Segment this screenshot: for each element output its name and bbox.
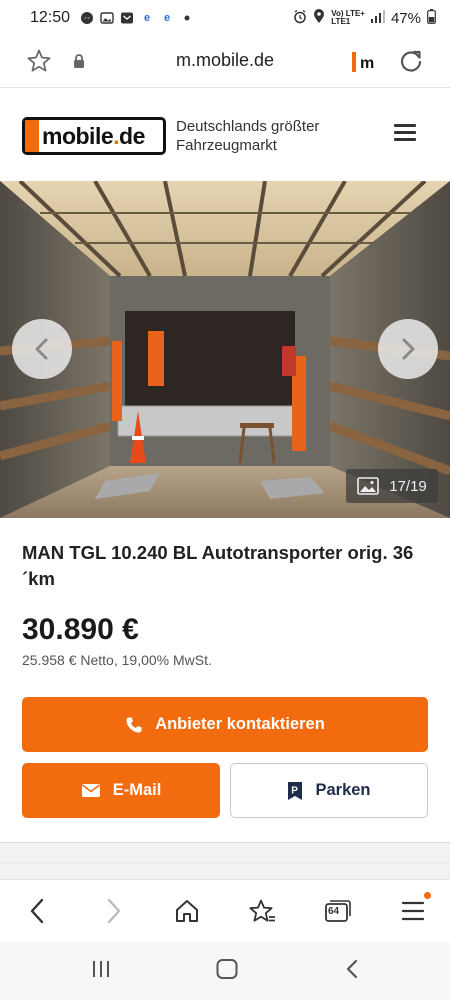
menu-icon[interactable] bbox=[394, 124, 416, 142]
parking-icon: P bbox=[288, 781, 303, 800]
notification-dot bbox=[424, 892, 431, 899]
address-bar-url[interactable]: m.mobile.de bbox=[0, 50, 450, 71]
status-bar: 12:50 e e Vo) LTE+ LTE1 47% bbox=[0, 0, 450, 36]
gallery-counter: 17/19 bbox=[346, 469, 438, 503]
site-badge-icon[interactable]: m bbox=[350, 48, 378, 81]
more-dot-icon bbox=[180, 11, 194, 25]
listing-title: MAN TGL 10.240 BL Autotransporter orig. … bbox=[22, 542, 414, 589]
location-icon bbox=[313, 8, 325, 28]
alarm-icon bbox=[293, 9, 307, 28]
logo-word: mobile bbox=[42, 122, 114, 149]
status-time: 12:50 bbox=[30, 9, 71, 26]
mobile-de-logo[interactable]: mobile.de bbox=[22, 117, 166, 155]
gallery-counter-text: 17/19 bbox=[389, 477, 427, 495]
chevron-left-icon bbox=[35, 338, 48, 360]
browser-bottom-bar: 64 bbox=[0, 879, 450, 941]
site-header: mobile.de Deutschlands größter Fahrzeugm… bbox=[0, 89, 450, 181]
browser-toolbar: m.mobile.de m bbox=[0, 36, 450, 88]
email-label: E-Mail bbox=[112, 781, 162, 799]
bookmarks-star-icon[interactable] bbox=[247, 896, 277, 926]
site-badge-text: m bbox=[360, 55, 374, 72]
envelope-icon bbox=[81, 784, 100, 797]
bookmark-star-icon[interactable] bbox=[26, 48, 52, 79]
messenger-icon bbox=[80, 11, 94, 25]
listing-net-price: 25.958 € Netto, 19,00% MwSt. bbox=[22, 652, 212, 668]
lock-icon[interactable] bbox=[72, 53, 86, 74]
contact-seller-button[interactable]: Anbieter kontaktieren bbox=[22, 697, 428, 752]
photo-icon bbox=[100, 11, 114, 25]
browser-e-icon-2: e bbox=[163, 12, 171, 24]
home-icon[interactable] bbox=[172, 896, 202, 926]
reload-icon[interactable] bbox=[398, 49, 424, 80]
image-icon bbox=[357, 477, 380, 495]
gallery-prev-button[interactable] bbox=[12, 319, 72, 379]
park-button[interactable]: P Parken bbox=[230, 763, 428, 818]
home-button-icon[interactable] bbox=[215, 958, 239, 985]
section-divider-2 bbox=[0, 862, 450, 863]
battery-icon bbox=[427, 8, 436, 28]
battery-percent: 47% bbox=[390, 9, 421, 27]
system-back-icon[interactable] bbox=[344, 958, 360, 985]
email-button[interactable]: E-Mail bbox=[22, 763, 220, 818]
listing-price: 30.890 € bbox=[22, 613, 139, 646]
section-gap bbox=[0, 843, 450, 879]
chevron-right-icon bbox=[402, 338, 415, 360]
recent-apps-icon[interactable] bbox=[90, 958, 112, 985]
tabs-icon[interactable]: 64 bbox=[322, 896, 352, 926]
mailbox-icon bbox=[120, 11, 134, 25]
image-gallery[interactable]: 17/19 bbox=[0, 181, 450, 518]
svg-text:P: P bbox=[292, 785, 299, 796]
browser-e-icon: e bbox=[143, 12, 151, 24]
network-type-bottom: LTE1 bbox=[331, 17, 351, 26]
logo-orange-bar bbox=[25, 120, 39, 152]
gallery-next-button[interactable] bbox=[378, 319, 438, 379]
park-label: Parken bbox=[315, 781, 371, 799]
site-tagline: Deutschlands größter Fahrzeugmarkt bbox=[176, 118, 320, 154]
phone-icon bbox=[126, 717, 142, 732]
tab-count: 64 bbox=[328, 906, 340, 917]
contact-seller-label: Anbieter kontaktieren bbox=[155, 715, 325, 733]
logo-text: mobile.de bbox=[42, 123, 145, 150]
network-type: Vo) LTE+ LTE1 bbox=[331, 10, 365, 26]
forward-icon[interactable] bbox=[99, 896, 129, 926]
signal-icon bbox=[370, 9, 385, 27]
browser-menu-icon[interactable] bbox=[398, 896, 428, 926]
logo-tld: de bbox=[119, 122, 145, 149]
back-icon[interactable] bbox=[22, 896, 52, 926]
notification-icons: e e bbox=[80, 11, 194, 25]
system-nav-bar bbox=[0, 942, 450, 1000]
